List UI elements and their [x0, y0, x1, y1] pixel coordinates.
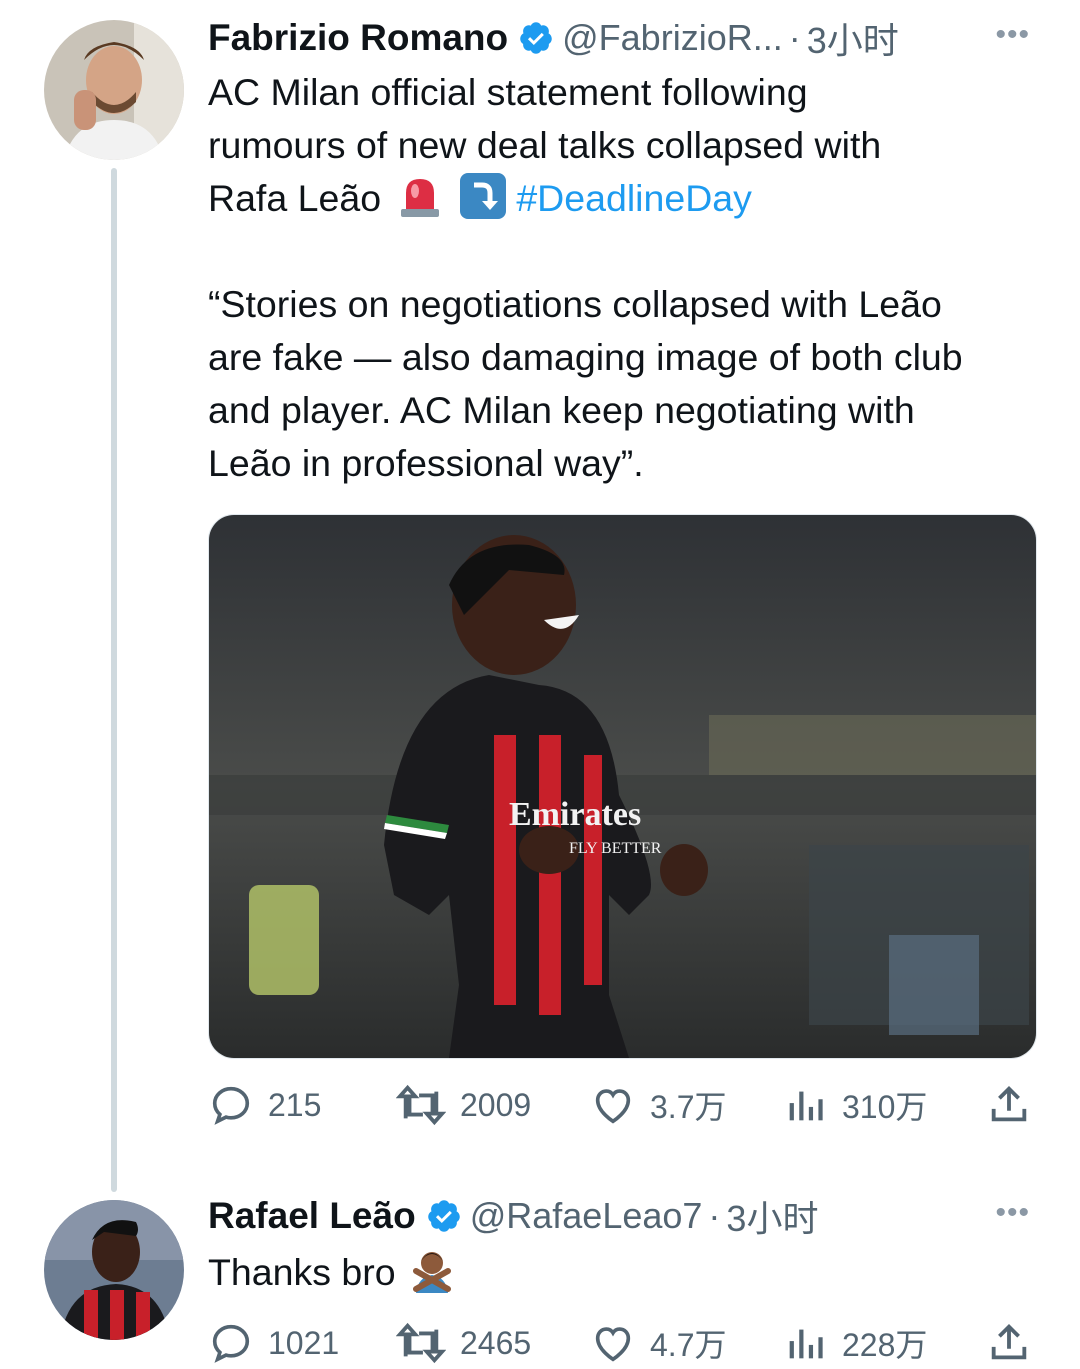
player-photo: Emirates FLY BETTER	[209, 515, 1036, 1058]
separator-dot: ·	[788, 17, 801, 58]
quote-line: and player. AC Milan keep negotiating wi…	[208, 389, 915, 431]
views-icon	[789, 1091, 823, 1121]
avatar-image	[44, 20, 184, 160]
quote-line: Leão in professional way”.	[208, 442, 644, 484]
share-icon	[991, 1085, 1027, 1122]
reply-icon	[212, 1086, 250, 1125]
text-line: Thanks bro	[208, 1251, 396, 1293]
text-line: rumours of new deal talks collapsed with	[208, 124, 882, 166]
views-icon	[789, 1329, 823, 1359]
like-button[interactable]: 3.7万	[590, 1080, 727, 1130]
action-bar: 1021 2465 4.7万 228万	[208, 1318, 1048, 1368]
arrow-down-right-emoji-icon	[459, 173, 506, 219]
tweet-text: AC Milan official statement following ru…	[208, 66, 1048, 490]
views-count: 310万	[842, 1089, 928, 1125]
retweet-count: 2465	[460, 1324, 532, 1361]
siren-emoji-icon	[397, 173, 443, 219]
reply-count: 215	[268, 1086, 322, 1123]
retweet-button[interactable]: 2009	[396, 1080, 531, 1130]
author-name[interactable]: Fabrizio Romano	[208, 17, 508, 59]
share-button[interactable]	[986, 1318, 1032, 1368]
person-gesturing-no-emoji-icon	[408, 1247, 454, 1293]
heart-icon	[595, 1089, 631, 1124]
views-button[interactable]: 310万	[782, 1080, 927, 1130]
timestamp[interactable]: 3小时	[726, 1190, 818, 1242]
like-count: 4.7万	[650, 1327, 727, 1363]
like-count: 3.7万	[650, 1089, 727, 1125]
heart-icon	[595, 1327, 631, 1362]
quote-line: “Stories on negotiations collapsed with …	[208, 283, 942, 325]
avatar[interactable]	[44, 20, 184, 160]
jersey-sponsor-subtext: FLY BETTER	[569, 840, 662, 857]
timestamp[interactable]: 3小时	[807, 12, 899, 64]
avatar[interactable]	[44, 1200, 184, 1340]
separator-dot: ·	[708, 1195, 721, 1236]
author-name[interactable]: Rafael Leão	[208, 1195, 416, 1237]
hashtag-link[interactable]: #DeadlineDay	[516, 177, 752, 219]
action-bar: 215 2009 3.7万 310万	[208, 1080, 1048, 1130]
views-button[interactable]: 228万	[782, 1318, 927, 1368]
reply-count: 1021	[268, 1324, 340, 1361]
reply-button[interactable]: 215	[208, 1080, 321, 1130]
share-icon	[991, 1323, 1027, 1360]
tweet-rafael[interactable]: Rafael Leão @RafaeLeao7 · 3小时 ••• Thanks…	[0, 1180, 1080, 1369]
reply-icon	[212, 1324, 250, 1363]
text-line: Rafa Leão	[208, 177, 382, 219]
retweet-icon	[396, 1084, 446, 1126]
views-count: 228万	[842, 1327, 928, 1363]
jersey-sponsor-text: Emirates	[509, 796, 641, 833]
like-button[interactable]: 4.7万	[590, 1318, 727, 1368]
tweet-photo[interactable]: Emirates FLY BETTER	[208, 514, 1037, 1059]
retweet-count: 2009	[460, 1086, 532, 1123]
tweet-header: Fabrizio Romano @FabrizioR... · 3小时 •••	[208, 16, 1058, 61]
verified-badge-icon	[427, 1200, 460, 1232]
quote-line: are fake — also damaging image of both c…	[208, 336, 963, 378]
author-handle[interactable]: @RafaeLeao7	[470, 1195, 703, 1237]
verified-badge-icon	[520, 22, 552, 54]
tweet-header: Rafael Leão @RafaeLeao7 · 3小时 •••	[208, 1194, 1058, 1239]
avatar-image	[44, 1200, 184, 1340]
share-button[interactable]	[986, 1080, 1032, 1130]
tweet-text: Thanks bro	[208, 1246, 1048, 1299]
retweet-button[interactable]: 2465	[396, 1318, 531, 1368]
more-options-icon[interactable]: •••	[995, 18, 1030, 52]
text-line: AC Milan official statement following	[208, 71, 808, 113]
thread-line	[111, 168, 117, 1192]
reply-button[interactable]: 1021	[208, 1318, 339, 1368]
tweet-fabrizio[interactable]: Fabrizio Romano @FabrizioR... · 3小时 ••• …	[0, 0, 1080, 1192]
retweet-icon	[396, 1322, 446, 1364]
text-line-3: Rafa Leão #DeadlineDay	[208, 172, 1048, 225]
author-handle[interactable]: @FabrizioR...	[562, 17, 783, 59]
more-options-icon[interactable]: •••	[995, 1196, 1030, 1230]
